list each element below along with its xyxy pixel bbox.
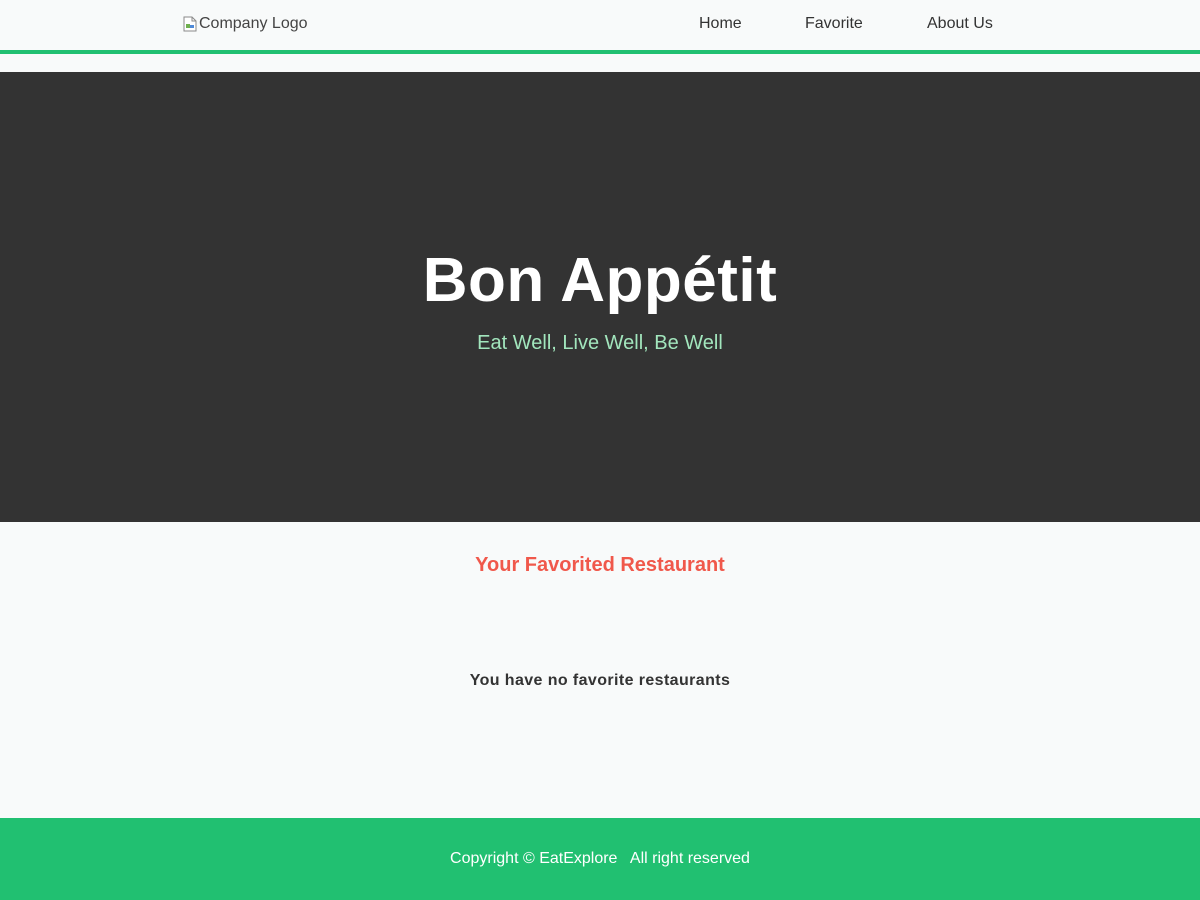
main-nav: Home Favorite About Us [0, 15, 1200, 35]
favorites-section: Your Favorited Restaurant You have no fa… [0, 522, 1200, 818]
footer-copyright: Copyright © EatExplore All right reserve… [450, 850, 750, 867]
empty-favorites-message: You have no favorite restaurants [469, 672, 731, 689]
favorites-heading: Your Favorited Restaurant [475, 554, 725, 576]
site-header: Company Logo Home Favorite About Us [0, 0, 1200, 54]
nav-about-link[interactable]: About Us [927, 15, 993, 33]
hero-banner: Bon Appétit Eat Well, Live Well, Be Well [0, 72, 1200, 522]
hero-tagline: Eat Well, Live Well, Be Well [477, 332, 723, 354]
nav-home-link[interactable]: Home [699, 15, 742, 33]
nav-favorite-link[interactable]: Favorite [805, 15, 863, 33]
hero-title: Bon Appétit [422, 246, 778, 315]
site-footer: Copyright © EatExplore All right reserve… [0, 818, 1200, 900]
